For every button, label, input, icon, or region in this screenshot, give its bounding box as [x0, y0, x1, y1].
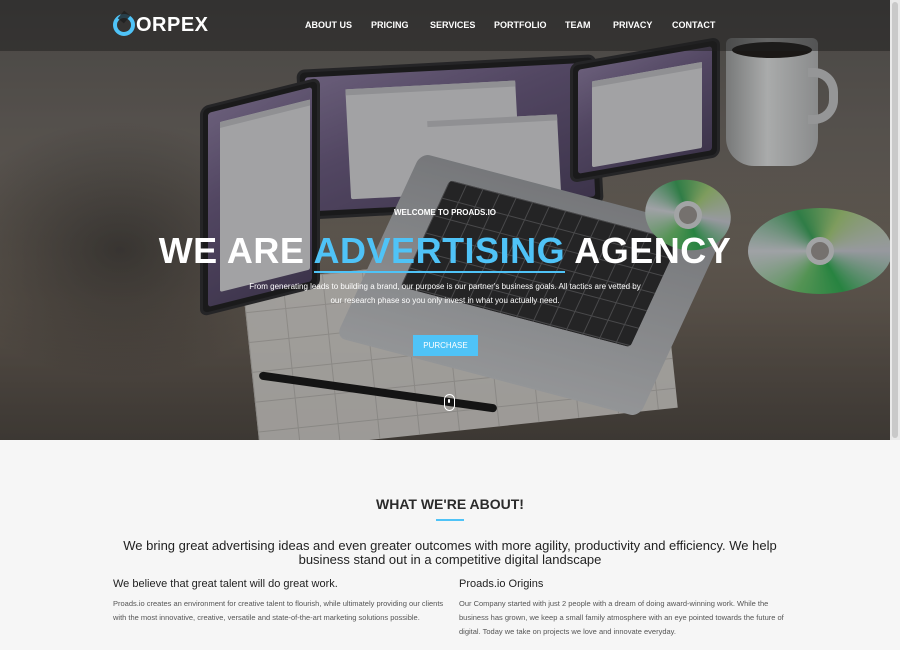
- hero-description-line: our research phase so you only invest in…: [330, 296, 560, 305]
- column-body: Our Company started with just 2 people w…: [459, 599, 784, 636]
- column-heading: Proads.io Origins: [459, 578, 544, 590]
- scroll-down-mouse-icon[interactable]: [444, 394, 455, 411]
- purchase-button[interactable]: PURCHASE: [413, 335, 478, 356]
- headline-prefix: WE ARE: [158, 230, 305, 271]
- hero-description-line: From generating leads to building a bran…: [249, 282, 641, 291]
- about-title: WHAT WE'RE ABOUT!: [376, 496, 524, 512]
- hero-description: From generating leads to building a bran…: [0, 280, 890, 308]
- main-nav: ABOUT US PRICING SERVICES PORTFOLIO TEAM…: [0, 20, 890, 34]
- hero-welcome: WELCOME TO PROADS.IO: [393, 208, 497, 217]
- scrollbar-thumb[interactable]: [892, 2, 898, 438]
- navbar: ORPEX ABOUT US PRICING SERVICES PORTFOLI…: [0, 0, 890, 51]
- about-lead-text: We bring great advertising ideas and eve…: [123, 538, 777, 567]
- nav-item-contact[interactable]: CONTACT: [672, 20, 715, 30]
- nav-item-about-us[interactable]: ABOUT US: [305, 20, 352, 30]
- column-heading: We believe that great talent will do gre…: [113, 578, 338, 590]
- nav-item-team[interactable]: TEAM: [565, 20, 591, 30]
- headline-suffix: AGENCY: [574, 230, 732, 271]
- hero-section: [0, 0, 890, 440]
- column-body: Proads.io creates an environment for cre…: [113, 599, 444, 622]
- nav-item-privacy[interactable]: PRIVACY: [613, 20, 652, 30]
- hero-headline: WE ARE ADVERTISING AGENCY: [0, 230, 890, 273]
- nav-item-portfolio[interactable]: PORTFOLIO: [494, 20, 547, 30]
- headline-accent: ADVERTISING: [313, 230, 566, 273]
- about-column-origins: Proads.io Origins Our Company started wi…: [459, 578, 799, 639]
- nav-item-services[interactable]: SERVICES: [430, 20, 475, 30]
- title-underline: [436, 519, 464, 521]
- about-section: WHAT WE'RE ABOUT! We bring great adverti…: [0, 440, 900, 650]
- nav-item-pricing[interactable]: PRICING: [371, 20, 409, 30]
- about-column-talent: We believe that great talent will do gre…: [113, 578, 453, 625]
